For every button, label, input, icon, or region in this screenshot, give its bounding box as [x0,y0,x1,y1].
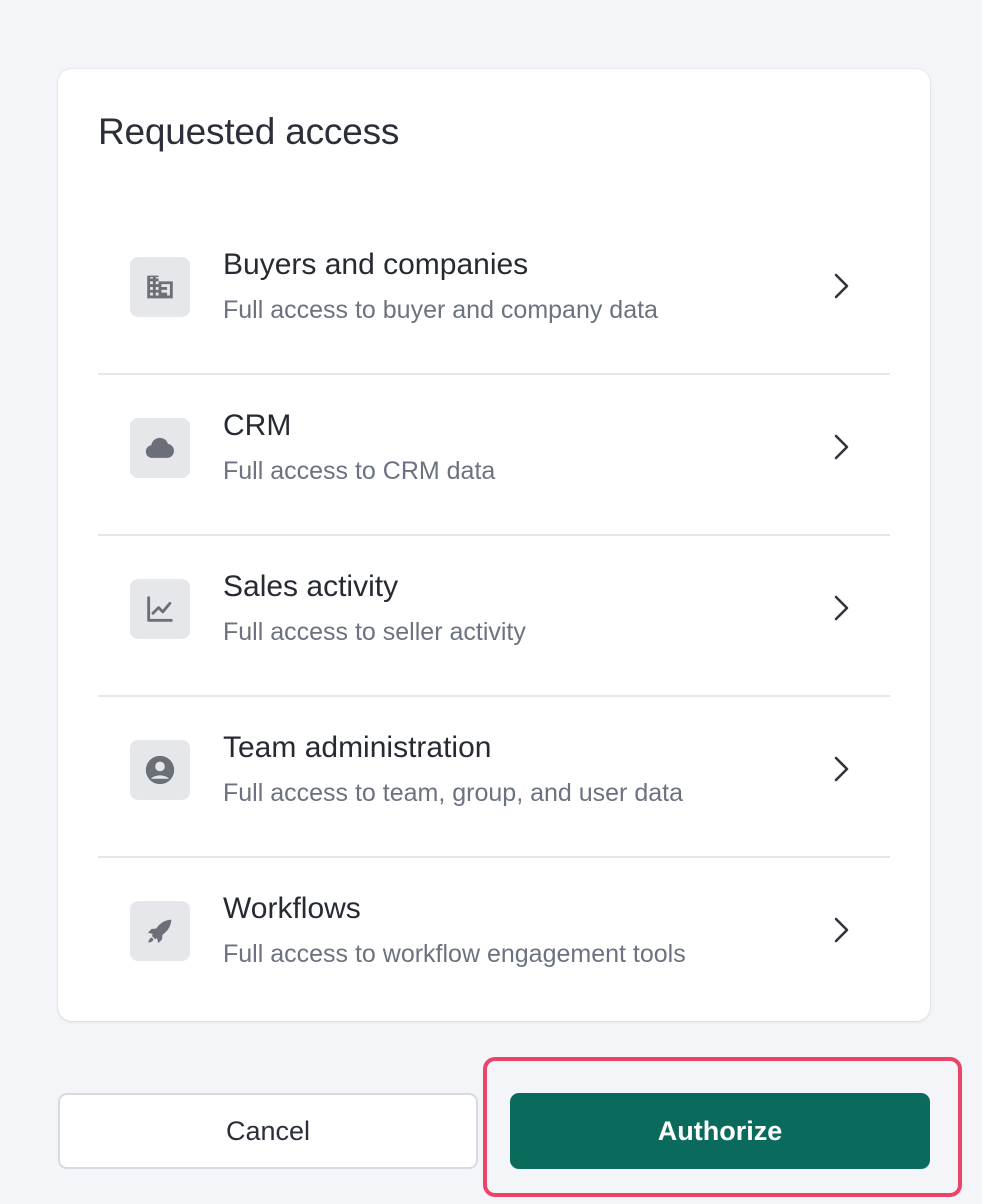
card-title: Requested access [98,111,400,152]
chevron-right-icon [834,273,849,299]
chevron-right-icon [834,595,849,621]
access-list: Buyers and companies Full access to buye… [98,214,890,1019]
item-description: Full access to seller activity [223,618,526,646]
access-item-crm[interactable]: CRM Full access to CRM data [98,375,890,536]
access-item-sales-activity[interactable]: Sales activity Full access to seller act… [98,536,890,697]
cancel-button[interactable]: Cancel [58,1093,478,1169]
chevron-right-icon [834,917,849,943]
item-title: Buyers and companies [223,248,529,281]
cloud-icon [130,418,190,478]
user-circle-icon [130,740,190,800]
item-title: CRM [223,409,292,442]
building-icon [130,257,190,317]
item-description: Full access to CRM data [223,457,496,485]
rocket-icon [130,901,190,961]
access-item-buyers-and-companies[interactable]: Buyers and companies Full access to buye… [98,214,890,375]
authorize-button[interactable]: Authorize [510,1093,930,1169]
access-item-workflows[interactable]: Workflows Full access to workflow engage… [98,858,890,1019]
chevron-right-icon [834,756,849,782]
item-title: Team administration [223,731,492,764]
item-title: Workflows [223,892,361,925]
chevron-right-icon [834,434,849,460]
item-description: Full access to buyer and company data [223,296,658,324]
line-chart-icon [130,579,190,639]
requested-access-card: Requested access Buyers and companies Fu… [58,69,930,1021]
item-title: Sales activity [223,570,399,603]
item-description: Full access to team, group, and user dat… [223,779,683,807]
item-description: Full access to workflow engagement tools [223,940,686,968]
access-item-team-administration[interactable]: Team administration Full access to team,… [98,697,890,858]
